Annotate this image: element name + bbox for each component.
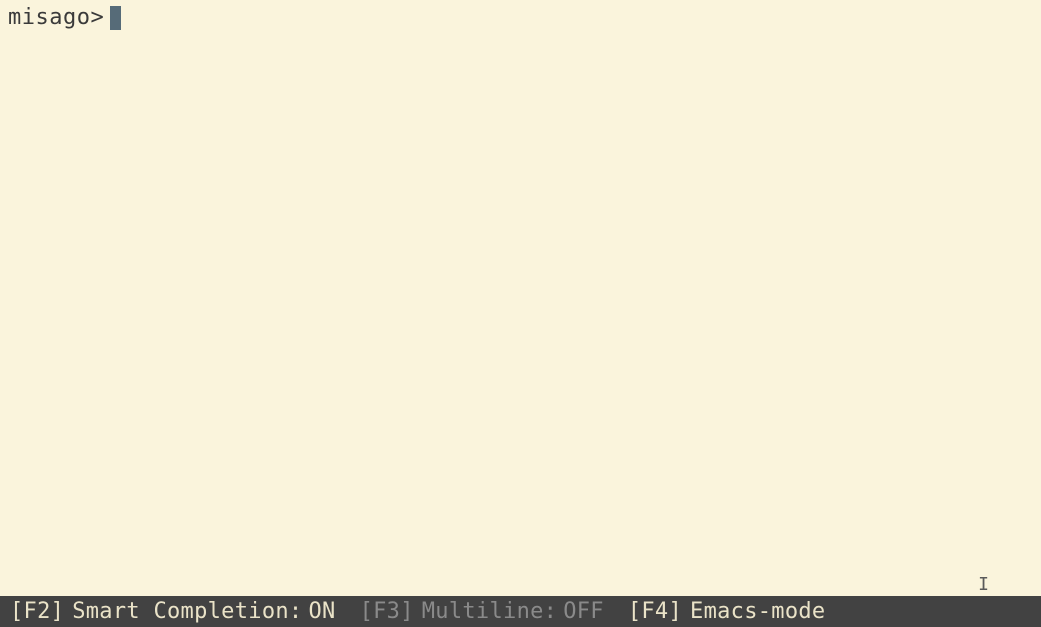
- status-value-smart-completion: ON: [308, 599, 335, 624]
- text-cursor: [110, 6, 121, 30]
- status-key-f4: [F4]: [628, 599, 682, 624]
- status-label-multiline: Multiline:: [422, 599, 557, 624]
- status-bar: [F2] Smart Completion: ON [F3] Multiline…: [0, 596, 1041, 627]
- status-label-emacs-mode: Emacs-mode: [690, 599, 825, 624]
- prompt-line: misago>: [8, 5, 1033, 31]
- status-value-multiline: OFF: [563, 599, 604, 624]
- terminal-area[interactable]: misago>: [0, 0, 1041, 596]
- status-label-smart-completion: Smart Completion:: [72, 599, 302, 624]
- status-smart-completion[interactable]: [F2] Smart Completion: ON: [10, 599, 336, 624]
- status-key-f2: [F2]: [10, 599, 64, 624]
- status-multiline[interactable]: [F3] Multiline: OFF: [360, 599, 604, 624]
- status-key-f3: [F3]: [360, 599, 414, 624]
- status-emacs-mode[interactable]: [F4] Emacs-mode: [628, 599, 832, 624]
- prompt-text: misago>: [8, 5, 104, 31]
